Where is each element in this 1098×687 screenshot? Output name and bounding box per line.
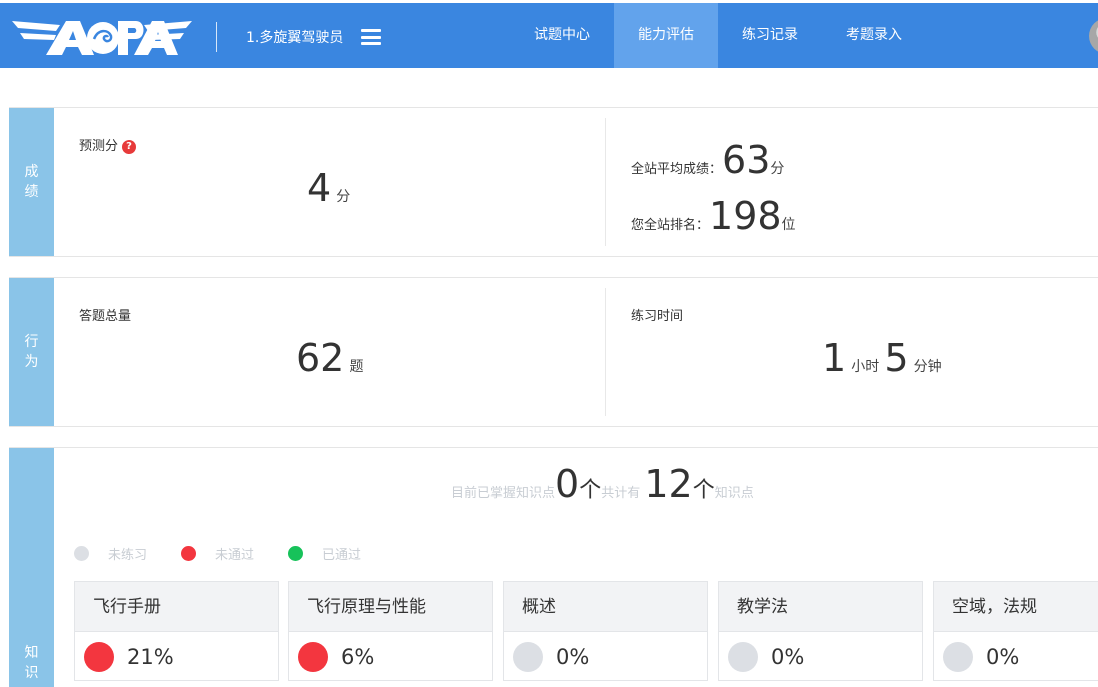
knowledge-card-flight-principles[interactable]: 飞行原理与性能 6% [288,581,493,681]
score-side-label: 成 绩 [9,108,54,256]
behavior-panel: 行 为 答题总量 62 题 练习时间 1 小时 5 分钟 [9,277,1098,427]
predicted-score-label: 预测分? [79,135,137,154]
nav-item-question-center[interactable]: 试题中心 [510,3,614,68]
nav-item-practice-records[interactable]: 练习记录 [718,3,822,68]
site-rank-value: 198 [709,194,782,238]
main-nav: 试题中心 能力评估 练习记录 考题录入 [510,3,926,68]
knowledge-side-label: 知 识 [9,448,54,687]
site-rank: 您全站排名：198位 [631,194,796,238]
help-icon[interactable]: ? [122,140,137,154]
status-dot-icon [298,642,328,672]
practice-time: 1 小时 5 分钟 [822,336,942,380]
status-legend: 未练习 未通过 已通过 [74,544,395,563]
status-dot-icon [943,642,973,672]
gray-dot-icon [74,546,89,561]
total-answers-label: 答题总量 [79,309,132,324]
knowledge-card-pedagogy[interactable]: 教学法 0% [718,581,923,681]
predicted-score-unit: 分 [336,189,351,205]
user-avatar[interactable] [1089,18,1098,54]
predicted-score: 4 分 [307,168,350,208]
practice-hours-value: 1 [822,336,847,380]
total-answers-value: 62 [296,336,345,380]
knowledge-card-airspace-regulations[interactable]: 空域，法规 0% [933,581,1098,681]
score-panel: 成 绩 预测分? 4 分 全站平均成绩：63分 您全站排名：198位 [9,107,1098,257]
status-dot-icon [84,642,114,672]
column-divider [605,118,606,246]
knowledge-card-flight-manual[interactable]: 飞行手册 21% [74,581,279,681]
green-dot-icon [288,546,304,561]
aopa-logo[interactable] [10,13,194,61]
nav-item-question-entry[interactable]: 考题录入 [822,3,926,68]
red-dot-icon [181,546,197,561]
mastered-count: 0 [555,462,580,506]
course-title: 1.多旋翼驾驶员 [246,30,344,46]
total-answers-unit: 题 [349,359,364,375]
site-average-score: 全站平均成绩：63分 [631,138,785,182]
hamburger-menu-icon[interactable] [361,29,381,45]
site-average-value: 63 [722,138,771,182]
predicted-score-value: 4 [307,166,332,210]
nav-item-ability-assessment[interactable]: 能力评估 [614,3,718,68]
knowledge-panel: 知 识 目前已掌握知识点0个共计有 12个知识点 未练习 未通过 已通过 飞行手… [9,447,1098,687]
behavior-side-label: 行 为 [9,278,54,426]
status-dot-icon [513,642,543,672]
knowledge-summary: 目前已掌握知识点0个共计有 12个知识点 [451,462,754,506]
status-dot-icon [728,642,758,672]
legend-passed: 已通过 [288,544,361,563]
knowledge-card-overview[interactable]: 概述 0% [503,581,708,681]
practice-minutes-value: 5 [884,336,909,380]
column-divider [605,288,606,416]
total-answers: 62 题 [296,338,363,378]
legend-not-practiced: 未练习 [74,544,147,563]
practice-time-label: 练习时间 [631,309,684,324]
total-knowledge-count: 12 [644,462,693,506]
top-navbar: 1.多旋翼驾驶员 试题中心 能力评估 练习记录 考题录入 [0,0,1098,68]
header-divider [216,22,217,52]
legend-not-passed: 未通过 [181,544,254,563]
